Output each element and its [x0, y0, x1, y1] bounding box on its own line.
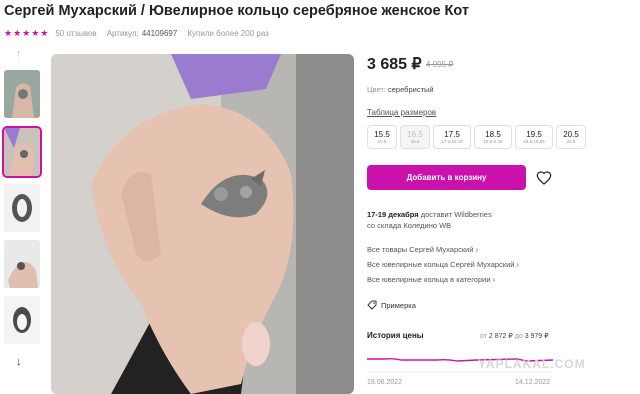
size-option[interactable]: 19.5 19.5-19.85: [515, 125, 553, 149]
brand-link[interactable]: Все товары Сергей Мухарский ›: [367, 245, 519, 260]
size-option[interactable]: 18.5 18.5-0.40: [474, 125, 512, 149]
history-start-date: 19.06.2022: [367, 379, 403, 386]
delivery-text: доставит Wildberries: [418, 210, 492, 219]
color-info: Цвет: серебристый: [367, 85, 434, 94]
rating-stars[interactable]: ★★★★★: [4, 28, 49, 39]
thumbnail-4[interactable]: [4, 240, 40, 288]
chevron-down-icon[interactable]: ↓: [16, 356, 22, 368]
thumbnail-3[interactable]: [4, 184, 40, 232]
chevron-up-icon[interactable]: ↑: [16, 48, 22, 60]
size-option[interactable]: 16.5 16.5: [400, 125, 430, 149]
color-label: Цвет:: [367, 85, 386, 94]
history-end-date: 14.12.2022: [515, 379, 551, 386]
thumbnail-1[interactable]: [4, 70, 40, 118]
article-label: Артикул:: [106, 28, 139, 38]
thumbnail-strip: ↑ ↓: [0, 48, 44, 378]
size-option[interactable]: 20.5 20.5: [556, 125, 586, 149]
bought-count: Купили более 200 раз: [187, 28, 269, 38]
main-product-photo[interactable]: [51, 54, 354, 394]
size-option[interactable]: 17.5 17.5-10.10: [433, 125, 471, 149]
price-history-title: История цены: [367, 331, 424, 340]
size-table-link[interactable]: Таблица размеров: [367, 108, 436, 117]
tag-icon: [367, 300, 377, 310]
category-link[interactable]: Все ювелирные кольца в категории ›: [367, 275, 519, 290]
delivery-date: 17-19 декабря: [367, 210, 419, 219]
heart-icon[interactable]: [536, 170, 552, 186]
delivery-warehouse: со склада Коледино WB: [367, 221, 452, 230]
article-value[interactable]: 44109697: [142, 29, 178, 38]
thumbnail-2[interactable]: [2, 126, 42, 178]
current-price: 3 685 ₽: [367, 56, 422, 73]
related-links: Все товары Сергей Мухарский › Все ювелир…: [367, 245, 519, 290]
product-meta: ★★★★★ 50 отзывов Артикул: 44109697 Купил…: [4, 27, 269, 39]
try-on[interactable]: Примерка: [367, 300, 416, 310]
delivery-info: 17-19 декабря доставит Wildberries со ск…: [367, 209, 492, 231]
size-option[interactable]: 15.5 15.5: [367, 125, 397, 149]
color-value: серебристый: [387, 85, 434, 94]
add-to-cart-button[interactable]: Добавить в корзину: [367, 165, 526, 190]
price-history-range: от 2 872 ₽ до 3 979 ₽: [480, 333, 549, 340]
reviews-link[interactable]: 50 отзывов: [55, 29, 96, 38]
size-selector: 15.5 15.5 16.5 16.5 17.5 17.5-10.10 18.5 18.…: [367, 125, 586, 149]
watermark: YAPLAKAL.COM: [478, 357, 586, 371]
product-title: Сергей Мухарский / Ювелирное кольцо сере…: [4, 3, 469, 19]
thumbnail-5[interactable]: [4, 296, 40, 344]
try-on-label: Примерка: [381, 300, 416, 310]
old-price: 4 095 ₽: [426, 60, 454, 69]
brand-category-link[interactable]: Все ювелирные кольца Сергей Мухарский ›: [367, 260, 519, 275]
